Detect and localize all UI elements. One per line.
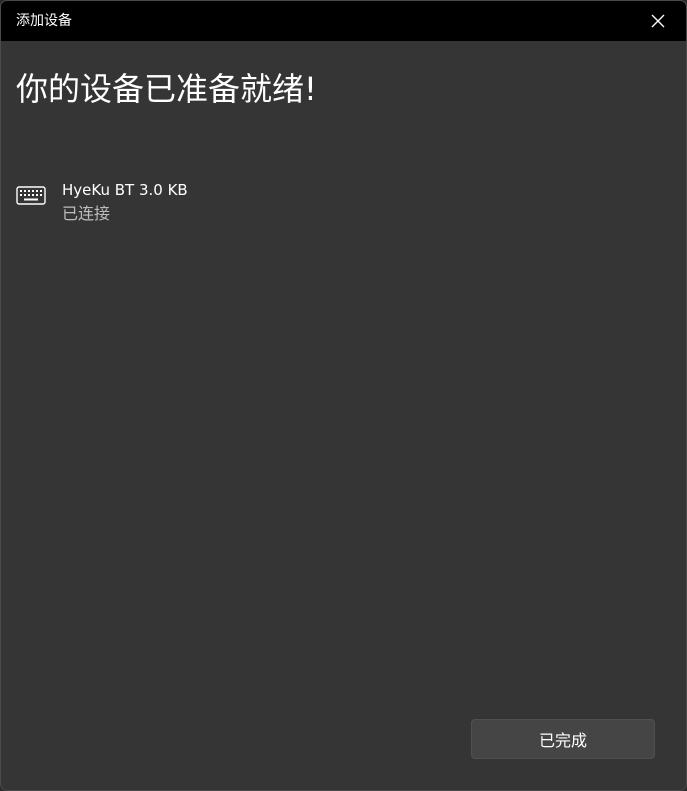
device-name: HyeKu BT 3.0 KB xyxy=(62,181,188,199)
close-icon xyxy=(651,14,665,28)
add-device-window: 添加设备 你的设备已准备就绪! HyeKu BT 3.0 KB 已连接 已完成 xyxy=(0,0,687,791)
done-button[interactable]: 已完成 xyxy=(471,719,655,759)
page-title: 你的设备已准备就绪! xyxy=(16,70,317,108)
window-title: 添加设备 xyxy=(16,13,72,29)
close-button[interactable] xyxy=(630,1,686,41)
device-status: 已连接 xyxy=(62,204,111,223)
title-bar: 添加设备 xyxy=(1,1,686,41)
keyboard-icon xyxy=(16,186,46,205)
device-item: HyeKu BT 3.0 KB 已连接 xyxy=(16,179,416,229)
